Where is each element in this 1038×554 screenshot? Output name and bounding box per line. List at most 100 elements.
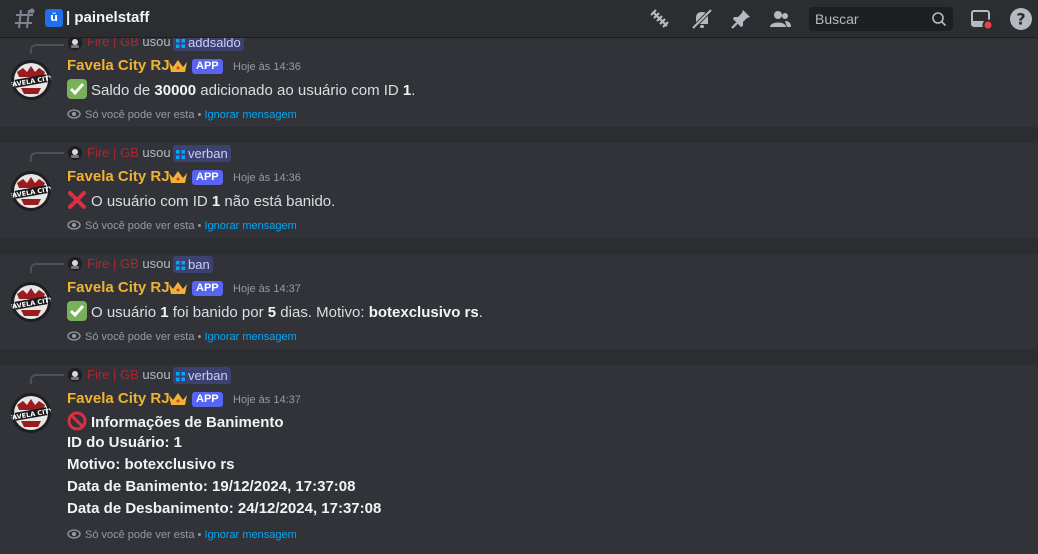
command-grid-icon	[176, 150, 185, 159]
channel-separator: |	[66, 9, 71, 26]
channel-name: | painelstaff	[66, 9, 149, 26]
reply-user-avatar[interactable]	[68, 36, 82, 50]
reply-connector	[30, 152, 64, 162]
search-box[interactable]	[809, 7, 953, 31]
search-icon	[932, 12, 947, 27]
app-badge: APP	[192, 59, 223, 74]
message-divider	[0, 238, 1038, 254]
channel-emoji-badge: ŭ	[45, 9, 63, 27]
reply-used-label: usou	[142, 256, 171, 271]
reply-username-text[interactable]: Fire | GB	[87, 367, 139, 382]
command-name[interactable]: ban	[188, 257, 210, 272]
text-bold: 1	[160, 304, 169, 321]
app-badge: APP	[192, 392, 223, 407]
inbox-icon[interactable]	[969, 7, 993, 31]
channel-name-text: painelstaff	[74, 9, 150, 26]
reply-user-avatar[interactable]	[68, 146, 82, 160]
author-name[interactable]: Favela City RJ	[67, 57, 170, 74]
ban-info-title-text: Informações de Banimento	[91, 414, 284, 431]
pin-icon[interactable]	[729, 7, 753, 31]
reply-user-avatar[interactable]	[68, 368, 82, 382]
text-part: .	[411, 82, 416, 99]
eye-icon	[67, 529, 81, 539]
crown-icon	[169, 171, 187, 183]
field-reason: Motivo: botexclusivo rs	[67, 456, 235, 473]
reply-username-text[interactable]: Fire | GB	[87, 256, 139, 271]
author-name[interactable]: Favela City RJ	[67, 168, 170, 185]
svg-text:?: ?	[1016, 10, 1025, 29]
text-part: adicionado ao usuário com ID	[196, 82, 403, 99]
help-icon[interactable]: ?	[1009, 7, 1033, 31]
cross-mark-icon	[68, 191, 86, 209]
text-bold: botexclusivo rs	[368, 304, 479, 321]
reply-username[interactable]: Fire | GB usou	[87, 145, 171, 160]
app-badge: APP	[192, 170, 223, 185]
author-name[interactable]: Favela City RJ	[67, 279, 170, 296]
reply-username[interactable]: Fire | GB usou	[87, 256, 171, 271]
prohibited-icon	[67, 411, 87, 431]
text-part: O usuário com ID	[91, 193, 212, 210]
text-channel-icon	[15, 8, 35, 29]
text-bold: 1	[402, 82, 412, 99]
member-list-icon[interactable]	[768, 7, 792, 31]
reply-connector	[30, 263, 64, 273]
command-grid-icon	[176, 261, 185, 270]
ban-info-title: Informações de Banimento	[67, 411, 284, 431]
bot-avatar[interactable]	[11, 171, 51, 211]
author-name[interactable]: Favela City RJ	[67, 390, 170, 407]
ephemeral-text: Só você pode ver esta •	[85, 220, 202, 232]
bot-avatar[interactable]	[11, 282, 51, 322]
bot-avatar[interactable]	[11, 393, 51, 433]
search-input[interactable]	[809, 7, 939, 31]
threads-icon[interactable]	[648, 7, 672, 31]
message-divider	[0, 127, 1038, 143]
app-badge: APP	[192, 281, 223, 296]
text-part: .	[478, 304, 483, 321]
text-part: O usuário	[91, 304, 161, 321]
field-user-id: ID do Usuário: 1	[67, 434, 183, 451]
reply-connector	[30, 374, 64, 384]
bot-avatar[interactable]	[11, 60, 51, 100]
dismiss-message-link[interactable]: Ignorar mensagem	[204, 220, 296, 232]
dismiss-message-link[interactable]: Ignorar mensagem	[204, 331, 296, 343]
text-part: dias. Motivo:	[276, 304, 369, 321]
text-part: não está banido.	[220, 193, 336, 210]
command-chip[interactable]: verban	[173, 367, 231, 384]
timestamp[interactable]: Hoje às 14:37	[233, 283, 301, 295]
message-content: Saldo de 30000 adicionado ao usuário com…	[67, 79, 415, 99]
field-ban-date: Data de Banimento: 19/12/2024, 17:37:08	[67, 478, 356, 495]
eye-icon	[67, 331, 81, 341]
ephemeral-notice: Só você pode ver esta • Ignorar mensagem	[67, 527, 297, 541]
ephemeral-notice: Só você pode ver esta • Ignorar mensagem	[67, 329, 297, 343]
command-grid-icon	[176, 372, 185, 381]
timestamp[interactable]: Hoje às 14:37	[233, 394, 301, 406]
command-grid-icon	[176, 39, 185, 48]
dismiss-message-link[interactable]: Ignorar mensagem	[204, 109, 296, 121]
notification-bell-muted-icon[interactable]	[690, 7, 714, 31]
timestamp[interactable]: Hoje às 14:36	[233, 61, 301, 73]
message-content: O usuário 1 foi banido por 5 dias. Motiv…	[67, 301, 483, 321]
command-chip[interactable]: verban	[173, 145, 231, 162]
check-mark-icon	[67, 301, 87, 321]
command-chip[interactable]: ban	[173, 256, 213, 273]
message-divider	[0, 349, 1038, 365]
reply-username[interactable]: Fire | GB usou	[87, 367, 171, 382]
channel-header: ŭ | painelstaff ?	[0, 0, 1038, 38]
crown-icon	[169, 282, 187, 294]
command-name[interactable]: verban	[188, 146, 228, 161]
eye-icon	[67, 109, 81, 119]
timestamp[interactable]: Hoje às 14:36	[233, 172, 301, 184]
crown-icon	[169, 393, 187, 405]
ephemeral-notice: Só você pode ver esta • Ignorar mensagem	[67, 107, 297, 121]
dismiss-message-link[interactable]: Ignorar mensagem	[204, 529, 296, 541]
field-unban-date: Data de Desbanimento: 24/12/2024, 17:37:…	[67, 500, 382, 517]
reply-connector	[30, 44, 64, 54]
ephemeral-text: Só você pode ver esta •	[85, 331, 202, 343]
text-bold: 1	[211, 193, 221, 210]
ephemeral-text: Só você pode ver esta •	[85, 529, 202, 541]
text-bold: 5	[267, 304, 277, 321]
reply-username-text[interactable]: Fire | GB	[87, 145, 139, 160]
reply-user-avatar[interactable]	[68, 257, 82, 271]
command-name[interactable]: verban	[188, 368, 228, 383]
eye-icon	[67, 220, 81, 230]
